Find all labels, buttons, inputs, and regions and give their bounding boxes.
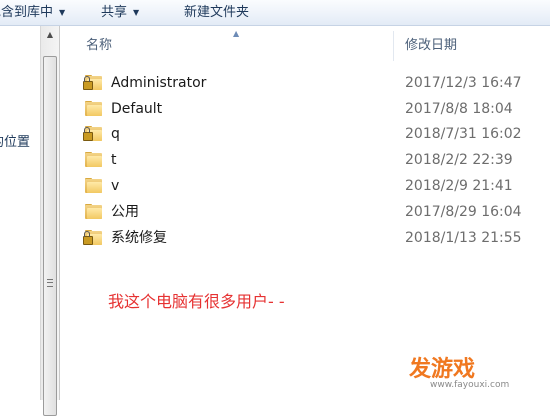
file-name: 公用 <box>111 204 139 220</box>
file-name: Default <box>111 101 163 117</box>
include-in-library-label: 包含到库中 <box>0 5 54 20</box>
list-item[interactable]: v 2018/2/9 21:41 <box>84 174 550 199</box>
watermark: 发游戏 www.fayouxi.com <box>340 349 540 395</box>
nav-item-location[interactable]: 的位置 <box>0 131 30 150</box>
list-item[interactable]: t 2018/2/2 22:39 <box>84 148 550 173</box>
watermark-logo: 发游戏 <box>409 357 476 382</box>
sort-ascending-icon: ▲ <box>233 29 240 38</box>
file-name: 系统修复 <box>111 230 167 246</box>
file-modified-date: 2017/8/8 18:04 <box>405 101 513 117</box>
file-name: v <box>111 178 120 194</box>
navigation-scrollbar[interactable]: ▲ <box>40 26 60 416</box>
list-item[interactable]: 系统修复 2018/1/13 21:55 <box>83 226 550 251</box>
file-modified-date: 2017/12/3 16:47 <box>405 75 522 91</box>
new-folder-button[interactable]: 新建文件夹 <box>184 0 249 25</box>
toolbar: 包含到库中 ▼ 共享 ▼ 新建文件夹 <box>0 0 550 26</box>
list-item[interactable]: Administrator 2017/12/3 16:47 <box>83 71 550 96</box>
folder-icon <box>83 75 104 91</box>
annotation-text: 我这个电脑有很多用户- - <box>108 292 285 311</box>
grip-icon <box>47 279 53 287</box>
file-modified-date: 2017/8/29 16:04 <box>405 204 522 220</box>
column-header-modified[interactable]: 修改日期 <box>405 31 457 61</box>
file-modified-date: 2018/1/13 21:55 <box>405 230 522 246</box>
new-folder-label: 新建文件夹 <box>184 5 250 20</box>
column-header-name[interactable]: 名称 <box>86 31 112 61</box>
share-button[interactable]: 共享 ▼ <box>101 0 139 25</box>
watermark-url: www.fayouxi.com <box>430 380 510 390</box>
list-item[interactable]: q 2018/7/31 16:02 <box>83 122 550 147</box>
folder-icon <box>83 126 104 142</box>
file-modified-date: 2018/2/9 21:41 <box>405 178 513 194</box>
folder-icon <box>84 101 104 117</box>
folder-icon <box>83 230 104 246</box>
file-modified-date: 2018/7/31 16:02 <box>405 126 522 142</box>
column-divider[interactable] <box>393 31 394 61</box>
share-label: 共享 <box>101 5 128 20</box>
list-item[interactable]: 公用 2017/8/29 16:04 <box>84 200 550 225</box>
list-item[interactable]: Default 2017/8/8 18:04 <box>84 97 550 122</box>
scroll-thumb[interactable] <box>43 56 57 416</box>
folder-icon <box>84 152 104 168</box>
navigation-pane: 的位置 <box>0 26 40 400</box>
lock-icon <box>83 76 93 90</box>
file-modified-date: 2018/2/2 22:39 <box>405 152 513 168</box>
folder-icon <box>84 178 104 194</box>
lock-icon <box>83 127 93 141</box>
file-name: t <box>111 152 117 168</box>
chevron-down-icon: ▼ <box>59 8 66 17</box>
scroll-up-icon[interactable]: ▲ <box>41 26 59 43</box>
include-in-library-button[interactable]: 包含到库中 ▼ <box>0 0 65 25</box>
folder-icon <box>84 204 104 220</box>
chevron-down-icon: ▼ <box>133 8 140 17</box>
lock-icon <box>83 231 93 245</box>
file-name: q <box>111 126 120 142</box>
file-name: Administrator <box>111 75 207 91</box>
